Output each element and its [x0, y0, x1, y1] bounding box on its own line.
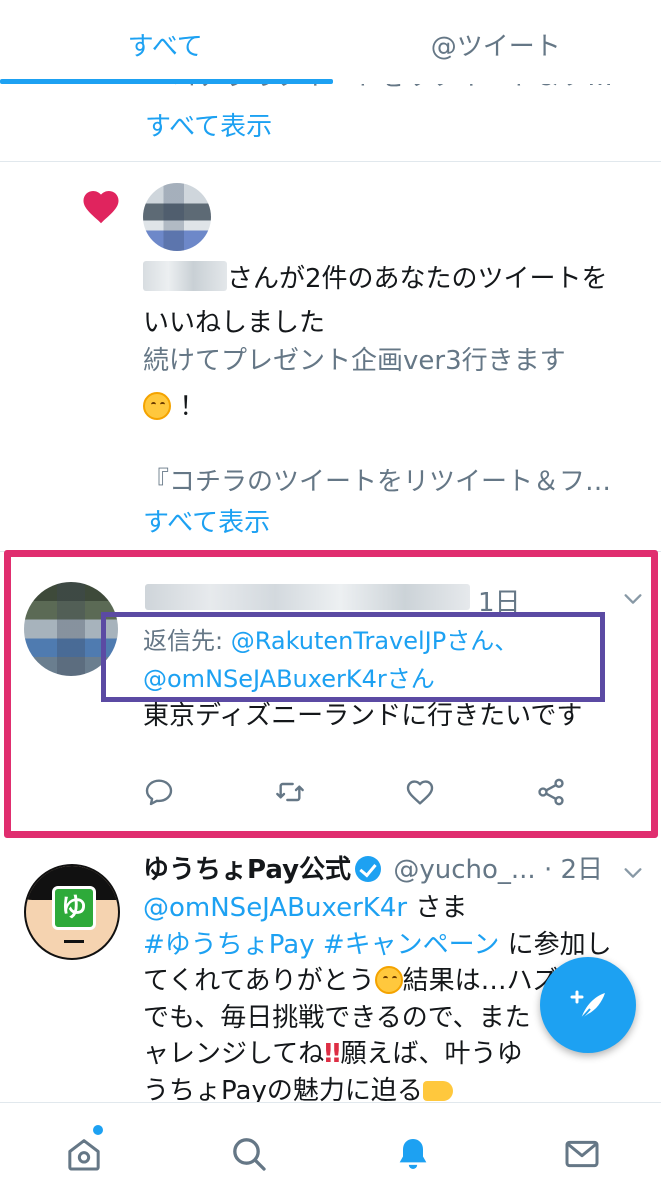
double-exclamation-emoji: ‼ [324, 1039, 341, 1069]
hashtag-link[interactable]: #ゆうちょPay #キャンペーン [143, 930, 499, 960]
show-all-link[interactable]: すべて表示 [145, 106, 272, 143]
bottom-navigation [0, 1102, 661, 1200]
tab-mentions[interactable]: @ツイート [331, 0, 661, 84]
liked-tweet-excerpt: 続けてプレゼント企画ver3行きます ！ [143, 346, 566, 422]
compose-tweet-icon [570, 990, 605, 1020]
home-badge-dot [93, 1125, 103, 1135]
chevron-down-icon[interactable] [622, 862, 644, 884]
messages-icon[interactable] [562, 1133, 602, 1175]
heart-icon [83, 191, 119, 224]
notifications-tabs: すべて @ツイート [0, 0, 661, 84]
reply-tweet[interactable]: 1日 返信先: @RakutenTravelJPさん、 @omNSeJABuxe… [0, 548, 661, 840]
show-all-link[interactable]: すべて表示 [143, 502, 270, 539]
tab-all[interactable]: すべて [0, 0, 331, 84]
smiling-face-emoji [143, 392, 171, 420]
user-handle: @yucho_... [393, 855, 536, 885]
notification-text: さんが2件のあなたのツイートを いいねしました [143, 257, 643, 345]
display-name[interactable]: ゆうちょPay公式 [143, 855, 351, 885]
tweet-header: ゆうちょPay公式 @yucho_... · 2日 [143, 852, 603, 888]
active-tab-indicator [0, 79, 333, 84]
notifications-screen: すべて @ツイート 『コチラのツイートをリツイート＆フ… すべて表示 さんが2件… [0, 0, 661, 1200]
verified-badge-icon [355, 856, 382, 882]
notifications-icon[interactable] [393, 1133, 433, 1175]
mention-link[interactable]: @omNSeJABuxerK4r [143, 893, 407, 923]
like-notification[interactable]: さんが2件のあなたのツイートを いいねしました 続けてプレゼント企画ver3行き… [0, 162, 661, 552]
avatar[interactable]: ゆ [24, 864, 120, 960]
blurred-username [143, 261, 227, 291]
highlight-frame [4, 550, 658, 838]
avatar[interactable] [143, 183, 211, 251]
tweet-time: · 2日 [543, 855, 604, 885]
pointing-hand-emoji [422, 1080, 453, 1101]
compose-tweet-button[interactable] [540, 957, 636, 1053]
smiling-face-emoji [374, 966, 403, 994]
home-icon[interactable] [64, 1133, 104, 1175]
liked-tweet-excerpt-more: 『コチラのツイートをリツイート＆フ… [143, 467, 612, 497]
search-icon[interactable] [229, 1133, 269, 1175]
